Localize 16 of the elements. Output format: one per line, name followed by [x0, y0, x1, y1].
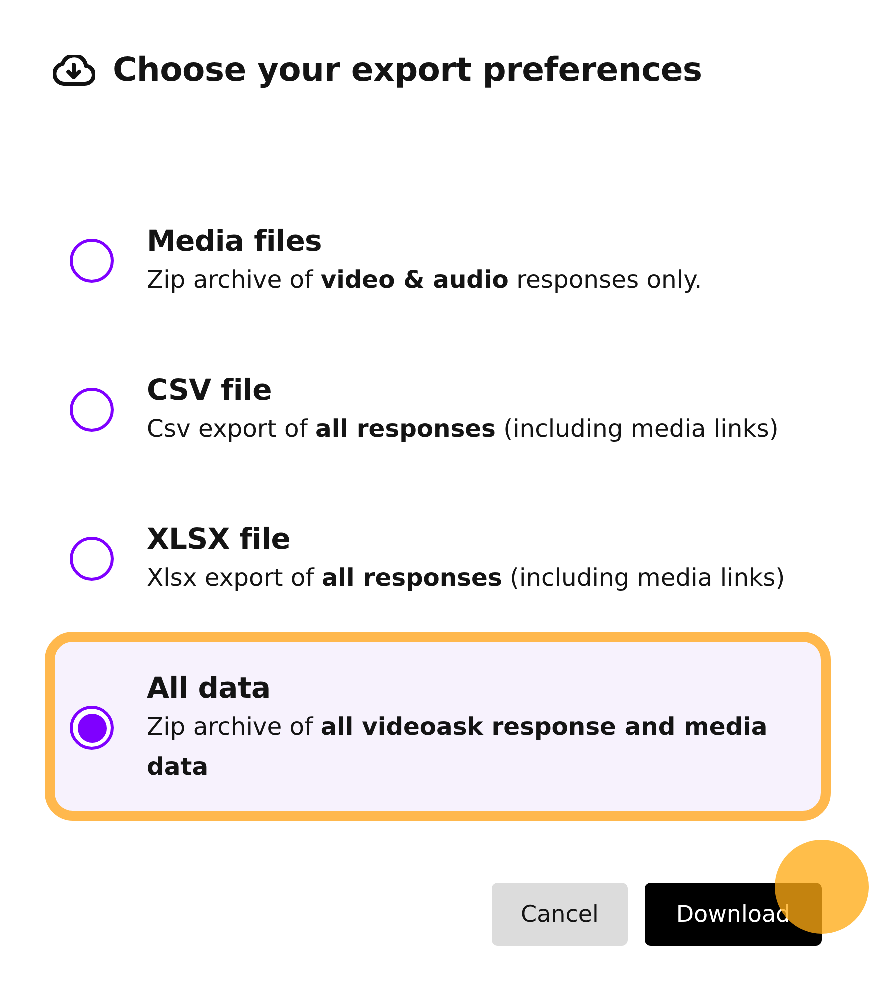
cloud-download-icon: [53, 54, 95, 86]
radio-button[interactable]: [70, 388, 114, 432]
dialog-title: Choose your export preferences: [113, 49, 702, 91]
radio-button[interactable]: [70, 537, 114, 581]
option-title: All data: [147, 670, 272, 707]
radio-button[interactable]: [70, 239, 114, 283]
option-description: Xlsx export of all responses (including media links): [147, 563, 786, 594]
option-title: XLSX file: [147, 521, 292, 558]
option-title: CSV file: [147, 372, 274, 409]
option-description: Zip archive of all videoask response and media data: [147, 712, 769, 783]
radio-button[interactable]: [70, 706, 114, 750]
cancel-button[interactable]: Cancel: [492, 883, 628, 946]
option-description: Csv export of all responses (including media links): [147, 414, 779, 445]
option-description: Zip archive of video & audio responses only.: [147, 265, 702, 296]
selected-option-card[interactable]: All data Zip archive of all videoask response and media data: [45, 632, 831, 821]
option-title: Media files: [147, 223, 324, 260]
